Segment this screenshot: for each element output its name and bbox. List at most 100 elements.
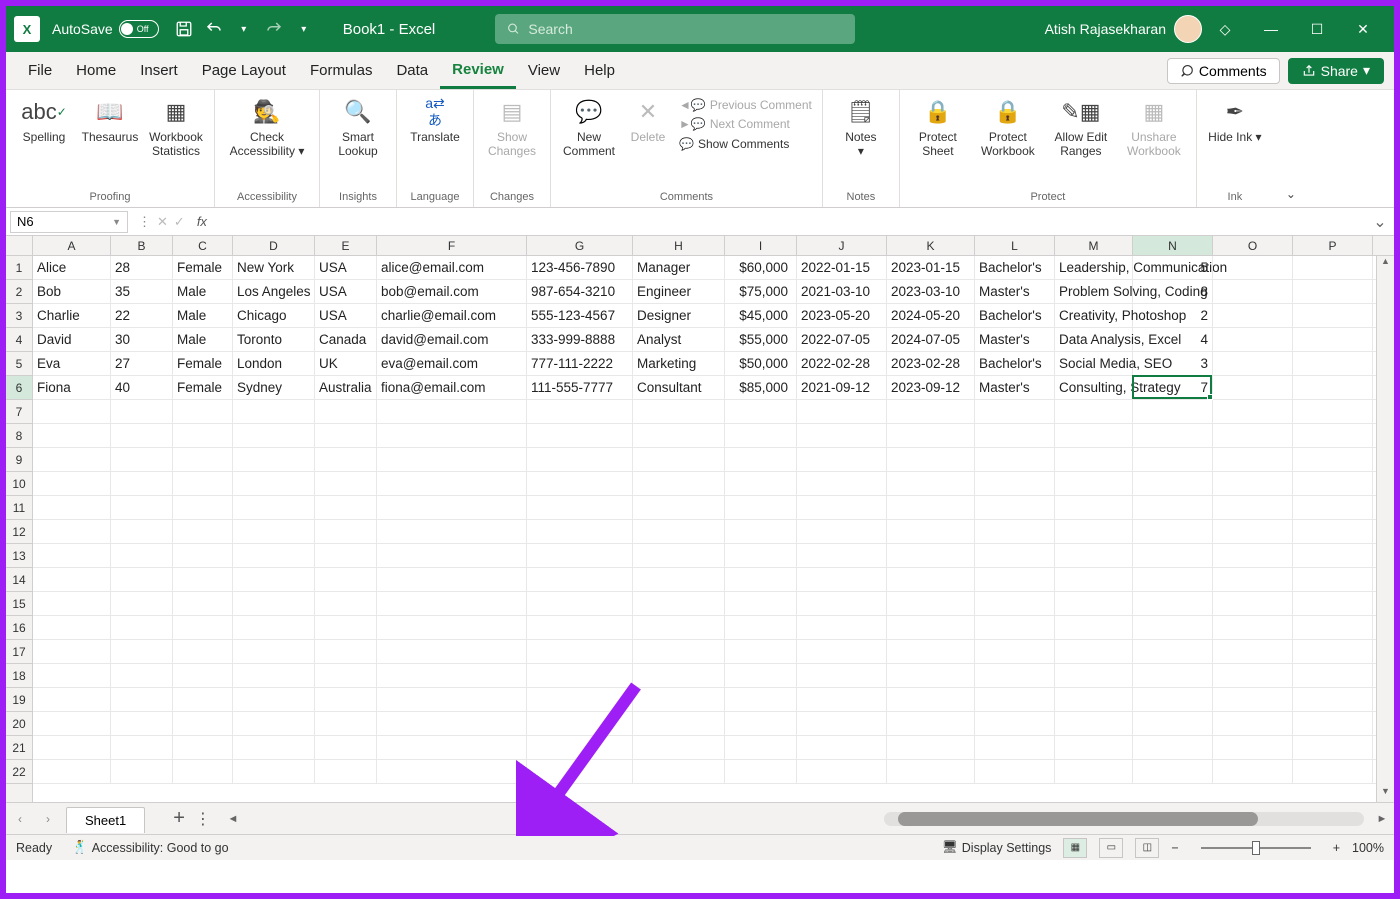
cell-P21[interactable] <box>1293 736 1373 759</box>
cell-L7[interactable] <box>975 400 1055 423</box>
sheet-tab-sheet1[interactable]: Sheet1 <box>66 807 145 833</box>
cell-L11[interactable] <box>975 496 1055 519</box>
table-row[interactable] <box>33 640 1376 664</box>
cell-I18[interactable] <box>725 664 797 687</box>
column-header-P[interactable]: P <box>1293 236 1373 255</box>
cell-F11[interactable] <box>377 496 527 519</box>
cell-E13[interactable] <box>315 544 377 567</box>
column-header-B[interactable]: B <box>111 236 173 255</box>
cell-G17[interactable] <box>527 640 633 663</box>
cell-J5[interactable]: 2022-02-28 <box>797 352 887 375</box>
cell-L5[interactable]: Bachelor's <box>975 352 1055 375</box>
cell-M10[interactable] <box>1055 472 1133 495</box>
cell-H17[interactable] <box>633 640 725 663</box>
cell-L12[interactable] <box>975 520 1055 543</box>
diamond-icon[interactable]: ◇ <box>1202 6 1248 52</box>
cell-A13[interactable] <box>33 544 111 567</box>
cell-D6[interactable]: Sydney <box>233 376 315 399</box>
cell-I16[interactable] <box>725 616 797 639</box>
cell-N19[interactable] <box>1133 688 1213 711</box>
cell-H21[interactable] <box>633 736 725 759</box>
cell-B19[interactable] <box>111 688 173 711</box>
cell-O8[interactable] <box>1213 424 1293 447</box>
cell-B13[interactable] <box>111 544 173 567</box>
row-header-4[interactable]: 4 <box>6 328 32 352</box>
row-header-16[interactable]: 16 <box>6 616 32 640</box>
cell-H13[interactable] <box>633 544 725 567</box>
cancel-formula-icon[interactable]: ✕ <box>157 214 168 230</box>
cell-I14[interactable] <box>725 568 797 591</box>
row-header-12[interactable]: 12 <box>6 520 32 544</box>
protect-sheet-button[interactable]: 🔒Protect Sheet <box>906 94 970 161</box>
table-row[interactable] <box>33 424 1376 448</box>
row-header-20[interactable]: 20 <box>6 712 32 736</box>
cell-H9[interactable] <box>633 448 725 471</box>
cell-B15[interactable] <box>111 592 173 615</box>
cell-N10[interactable] <box>1133 472 1213 495</box>
cell-C15[interactable] <box>173 592 233 615</box>
spelling-button[interactable]: abc✓Spelling <box>12 94 76 146</box>
cell-M8[interactable] <box>1055 424 1133 447</box>
cell-B11[interactable] <box>111 496 173 519</box>
cell-K7[interactable] <box>887 400 975 423</box>
cell-H15[interactable] <box>633 592 725 615</box>
cell-K12[interactable] <box>887 520 975 543</box>
undo-chevron-icon[interactable]: ▾ <box>229 14 259 44</box>
hscroll-thumb[interactable] <box>898 812 1258 826</box>
row-header-21[interactable]: 21 <box>6 736 32 760</box>
cell-F18[interactable] <box>377 664 527 687</box>
name-box-chevron-icon[interactable]: ▼ <box>112 217 121 227</box>
cell-L9[interactable] <box>975 448 1055 471</box>
cell-K9[interactable] <box>887 448 975 471</box>
cell-E10[interactable] <box>315 472 377 495</box>
tab-home[interactable]: Home <box>64 52 128 89</box>
row-header-22[interactable]: 22 <box>6 760 32 784</box>
cell-O20[interactable] <box>1213 712 1293 735</box>
cell-K16[interactable] <box>887 616 975 639</box>
row-header-5[interactable]: 5 <box>6 352 32 376</box>
cell-L20[interactable] <box>975 712 1055 735</box>
cell-C20[interactable] <box>173 712 233 735</box>
cell-A22[interactable] <box>33 760 111 783</box>
cell-H7[interactable] <box>633 400 725 423</box>
cell-K10[interactable] <box>887 472 975 495</box>
cell-L18[interactable] <box>975 664 1055 687</box>
cell-H22[interactable] <box>633 760 725 783</box>
tab-review[interactable]: Review <box>440 52 516 89</box>
cell-N9[interactable] <box>1133 448 1213 471</box>
cell-D10[interactable] <box>233 472 315 495</box>
cell-C14[interactable] <box>173 568 233 591</box>
cell-P5[interactable] <box>1293 352 1373 375</box>
cell-C5[interactable]: Female <box>173 352 233 375</box>
cell-F9[interactable] <box>377 448 527 471</box>
cell-P7[interactable] <box>1293 400 1373 423</box>
tab-view[interactable]: View <box>516 52 572 89</box>
cell-M22[interactable] <box>1055 760 1133 783</box>
allow-edit-ranges-button[interactable]: ✎▦Allow Edit Ranges <box>1046 94 1116 161</box>
row-header-1[interactable]: 1 <box>6 256 32 280</box>
cell-L19[interactable] <box>975 688 1055 711</box>
cell-O2[interactable] <box>1213 280 1293 303</box>
cell-B7[interactable] <box>111 400 173 423</box>
cell-E9[interactable] <box>315 448 377 471</box>
cell-K19[interactable] <box>887 688 975 711</box>
cell-P20[interactable] <box>1293 712 1373 735</box>
cell-P9[interactable] <box>1293 448 1373 471</box>
cell-P17[interactable] <box>1293 640 1373 663</box>
search-box[interactable] <box>495 14 855 44</box>
cell-F6[interactable]: fiona@email.com <box>377 376 527 399</box>
cell-C18[interactable] <box>173 664 233 687</box>
cell-I5[interactable]: $50,000 <box>725 352 797 375</box>
cell-I12[interactable] <box>725 520 797 543</box>
cell-P22[interactable] <box>1293 760 1373 783</box>
cell-B8[interactable] <box>111 424 173 447</box>
select-all-triangle[interactable] <box>6 236 33 256</box>
column-header-K[interactable]: K <box>887 236 975 255</box>
tab-insert[interactable]: Insert <box>128 52 190 89</box>
cell-M21[interactable] <box>1055 736 1133 759</box>
cell-E8[interactable] <box>315 424 377 447</box>
cell-H6[interactable]: Consultant <box>633 376 725 399</box>
cell-E14[interactable] <box>315 568 377 591</box>
cell-F8[interactable] <box>377 424 527 447</box>
cell-D11[interactable] <box>233 496 315 519</box>
